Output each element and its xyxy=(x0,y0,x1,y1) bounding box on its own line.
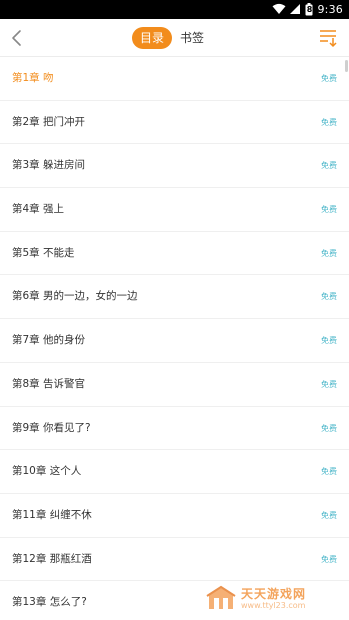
chapter-row[interactable]: 第1章 吻 免费 xyxy=(0,57,349,101)
free-badge: 免费 xyxy=(321,117,337,127)
sort-desc-icon xyxy=(319,30,339,53)
chapter-row[interactable]: 第3章 躲进房间 免费 xyxy=(0,144,349,189)
chapter-title: 第1章 吻 xyxy=(12,72,54,84)
chapter-title: 第5章 不能走 xyxy=(12,246,75,259)
scrollbar-thumb[interactable] xyxy=(345,60,348,72)
free-badge: 免费 xyxy=(321,248,337,258)
back-button[interactable] xyxy=(6,27,28,49)
status-time: 9:36 xyxy=(317,3,343,16)
free-badge: 免费 xyxy=(321,379,337,389)
sort-button[interactable] xyxy=(319,27,339,49)
watermark: 天天游戏网 www.ttyl23.com xyxy=(205,584,327,614)
free-badge: 免费 xyxy=(321,161,337,171)
chapter-title: 第11章 纠缠不休 xyxy=(12,508,92,521)
chapter-row[interactable]: 第12章 那瓶红酒 免费 xyxy=(0,538,349,582)
chapter-title: 第2章 把门冲开 xyxy=(12,115,86,128)
free-badge: 免费 xyxy=(321,554,337,564)
chapter-title: 第3章 躲进房间 xyxy=(12,159,86,172)
chapter-row[interactable]: 第5章 不能走 免费 xyxy=(0,232,349,276)
chapter-title: 第6章 男的一边，女的一边 xyxy=(12,290,138,303)
chapter-title: 第13章 怎么了? xyxy=(12,596,87,609)
chapter-row[interactable]: 第10章 这个人 免费 xyxy=(0,450,349,494)
free-badge: 免费 xyxy=(321,423,337,433)
free-badge: 免费 xyxy=(321,336,337,346)
tab-contents[interactable]: 目录 xyxy=(132,27,173,49)
watermark-url: www.ttyl23.com xyxy=(241,601,306,610)
watermark-logo-icon xyxy=(205,585,237,613)
chapter-row[interactable]: 第2章 把门冲开 免费 xyxy=(0,101,349,145)
free-badge: 免费 xyxy=(321,510,337,520)
chapter-list: 第1章 吻 免费 第2章 把门冲开 免费 第3章 躲进房间 免费 第4章 强上 … xyxy=(0,57,349,620)
watermark-text: 天天游戏网 www.ttyl23.com xyxy=(241,587,306,611)
signal-icon xyxy=(290,0,301,19)
tab-bar: 目录 书签 xyxy=(132,27,212,49)
tab-bookmarks[interactable]: 书签 xyxy=(172,27,212,49)
free-badge: 免费 xyxy=(321,292,337,302)
chapter-row[interactable]: 第7章 他的身份 免费 xyxy=(0,319,349,363)
watermark-name: 天天游戏网 xyxy=(241,587,307,601)
chapter-title: 第9章 你看见了? xyxy=(12,421,91,434)
status-icons: 8 9:36 xyxy=(272,2,343,17)
battery-level: 8 xyxy=(306,5,313,14)
chapter-title: 第12章 那瓶红酒 xyxy=(12,552,92,565)
free-badge: 免费 xyxy=(321,205,337,215)
chevron-left-icon xyxy=(6,30,28,53)
header: 目录 书签 xyxy=(0,19,349,57)
free-badge: 免费 xyxy=(321,74,337,83)
chapter-row[interactable]: 第9章 你看见了? 免费 xyxy=(0,407,349,451)
chapter-title: 第7章 他的身份 xyxy=(12,334,86,347)
status-bar: 8 9:36 xyxy=(0,0,349,19)
chapter-row[interactable]: 第4章 强上 免费 xyxy=(0,188,349,232)
free-badge: 免费 xyxy=(321,467,337,477)
chapter-title: 第10章 这个人 xyxy=(12,465,82,478)
chapter-title: 第8章 告诉警官 xyxy=(12,377,86,390)
wifi-icon xyxy=(272,0,286,19)
chapter-row[interactable]: 第11章 纠缠不休 免费 xyxy=(0,494,349,538)
battery-icon: 8 xyxy=(305,3,313,16)
chapter-title: 第4章 强上 xyxy=(12,203,65,216)
chapter-row[interactable]: 第6章 男的一边，女的一边 免费 xyxy=(0,275,349,320)
chapter-row[interactable]: 第8章 告诉警官 免费 xyxy=(0,363,349,407)
